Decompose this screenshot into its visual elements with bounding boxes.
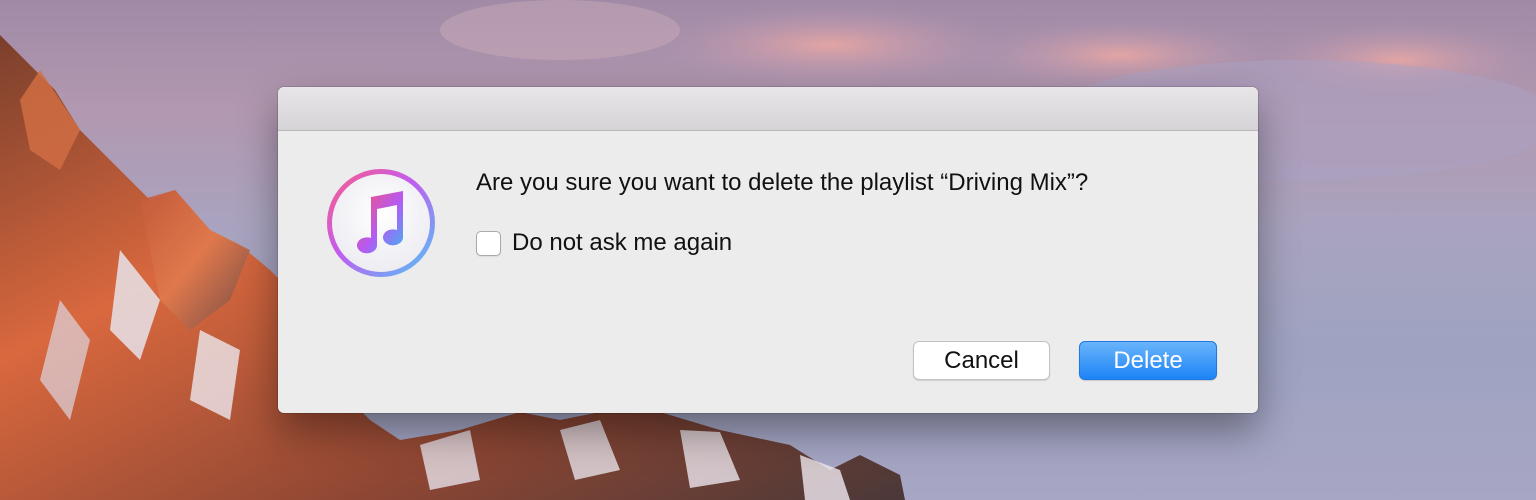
dialog-titlebar[interactable] — [278, 87, 1258, 131]
music-app-icon — [325, 167, 437, 279]
delete-playlist-dialog: Are you sure you want to delete the play… — [278, 87, 1258, 413]
do-not-ask-again-checkbox[interactable] — [476, 230, 501, 256]
cancel-button[interactable]: Cancel — [913, 341, 1050, 380]
do-not-ask-again-option[interactable]: Do not ask me again — [476, 228, 732, 258]
do-not-ask-again-label[interactable]: Do not ask me again — [512, 229, 732, 257]
delete-button[interactable]: Delete — [1079, 341, 1217, 380]
dialog-message: Are you sure you want to delete the play… — [476, 169, 1089, 196]
